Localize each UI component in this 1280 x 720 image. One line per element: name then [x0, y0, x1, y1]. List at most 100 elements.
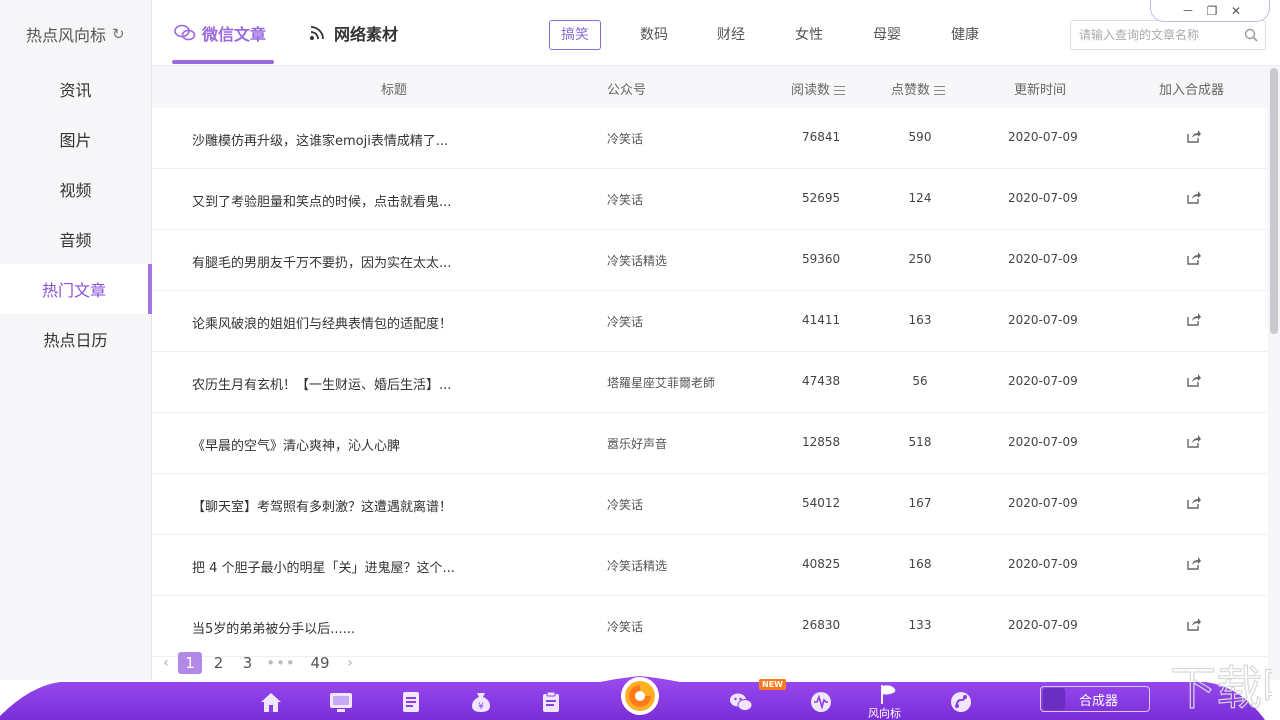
- page-2[interactable]: 2: [204, 654, 233, 672]
- header-account: 公众号: [607, 83, 647, 98]
- prev-page-button[interactable]: ‹: [156, 655, 176, 671]
- money-bag-icon[interactable]: ¥: [468, 690, 494, 714]
- category-funny[interactable]: 搞笑: [549, 20, 601, 50]
- sidebar-item-news[interactable]: 资讯: [0, 64, 151, 114]
- account-name: 塔羅星座艾菲爾老師: [607, 376, 716, 390]
- update-date: 2020-07-09: [1008, 435, 1078, 449]
- share-icon[interactable]: [1186, 189, 1202, 205]
- table-row[interactable]: 论乘风破浪的姐姐们与经典表情包的适配度！ 冷笑话 41411 163 2020-07-0…: [152, 291, 1268, 352]
- sidebar-item-hot-articles[interactable]: 热门文章: [0, 264, 152, 314]
- window-controls: － ❐ ✕: [1150, 0, 1270, 22]
- category-digital[interactable]: 数码: [628, 20, 680, 50]
- category-health[interactable]: 健康: [939, 20, 991, 50]
- restore-button[interactable]: ❐: [1204, 3, 1220, 19]
- category-finance[interactable]: 财经: [705, 20, 757, 50]
- account-name: 冷笑话: [607, 498, 644, 512]
- sort-icon[interactable]: [934, 86, 946, 95]
- article-title[interactable]: 沙雕模仿再升级，这谁家emoji表情成精了...: [192, 130, 448, 149]
- search-icon[interactable]: [1243, 27, 1259, 43]
- share-icon[interactable]: [1186, 616, 1202, 632]
- page-1[interactable]: 1: [178, 652, 202, 674]
- refresh-icon[interactable]: ↻: [112, 25, 125, 43]
- like-count: 133: [908, 618, 932, 632]
- table-row[interactable]: 把 4 个胆子最小的明星「关」进鬼屋？这个... 冷笑话精选 40825 168 202…: [152, 535, 1268, 596]
- sidebar-item-audio[interactable]: 音频: [0, 214, 151, 264]
- table-row[interactable]: 农历生月有玄机！【一生财运、婚后生活】... 塔羅星座艾菲爾老師 47438 56 20…: [152, 352, 1268, 413]
- page-last[interactable]: 49: [300, 654, 340, 672]
- trend-flag-icon[interactable]: [876, 682, 902, 706]
- sidebar-item-label: 资讯: [59, 81, 92, 100]
- share-icon[interactable]: [1186, 311, 1202, 327]
- wechat-icon[interactable]: [728, 690, 754, 714]
- read-count: 26830: [802, 618, 841, 632]
- share-icon[interactable]: [1186, 433, 1202, 449]
- article-title[interactable]: 《早晨的空气》清心爽神，沁人心脾: [192, 435, 400, 454]
- sort-icon[interactable]: [834, 86, 846, 95]
- header-updated: 更新时间: [1014, 83, 1067, 98]
- share-icon[interactable]: [1186, 555, 1202, 571]
- header-likes[interactable]: 点赞数: [891, 79, 946, 98]
- table-row[interactable]: 《早晨的空气》清心爽神，沁人心脾 嚣乐好声音 12858 518 2020-07-09: [152, 413, 1268, 474]
- share-icon[interactable]: [1186, 372, 1202, 388]
- header-reads[interactable]: 阅读数: [791, 79, 846, 98]
- header-likes-label: 点赞数: [891, 83, 931, 98]
- sidebar-item-images[interactable]: 图片: [0, 114, 151, 164]
- share-icon[interactable]: [1186, 250, 1202, 266]
- read-count: 40825: [802, 557, 841, 571]
- article-title[interactable]: 当5岁的弟弟被分手以后......: [192, 618, 355, 637]
- share-icon[interactable]: [1186, 128, 1202, 144]
- table-row[interactable]: 当5岁的弟弟被分手以后...... 冷笑话 26830 133 2020-07-09: [152, 596, 1268, 657]
- sidebar-item-video[interactable]: 视频: [0, 164, 151, 214]
- clipboard-icon[interactable]: [538, 690, 564, 714]
- account-name: 冷笑话: [607, 132, 644, 146]
- table-row[interactable]: 【聊天室】考驾照有多刺激？这遭遇就离谱！ 冷笑话 54012 167 2020-07-0…: [152, 474, 1268, 535]
- sidebar-item-label: 视频: [59, 181, 92, 200]
- article-title[interactable]: 农历生月有玄机！【一生财运、婚后生活】...: [192, 374, 451, 393]
- update-date: 2020-07-09: [1008, 496, 1078, 510]
- update-date: 2020-07-09: [1008, 374, 1078, 388]
- article-title[interactable]: 又到了考验胆量和笑点的时候，点击就看鬼...: [192, 191, 451, 210]
- app-logo-icon[interactable]: [620, 676, 660, 716]
- composer-button[interactable]: 合成器: [1040, 686, 1150, 712]
- like-count: 518: [908, 435, 932, 449]
- category-women[interactable]: 女性: [783, 20, 835, 50]
- page-3[interactable]: 3: [233, 654, 262, 672]
- account-name: 冷笑话: [607, 315, 644, 329]
- tab-label: 网络素材: [334, 25, 399, 44]
- table-row[interactable]: 有腿毛的男朋友千万不要扔，因为实在太太... 冷笑话精选 59360 250 2020-…: [152, 230, 1268, 291]
- tab-wechat-articles[interactable]: 微信文章: [174, 20, 266, 46]
- next-page-button[interactable]: ›: [340, 655, 360, 671]
- audio-wave-icon[interactable]: [808, 690, 834, 714]
- monitor-icon[interactable]: [328, 690, 354, 714]
- table-row[interactable]: 又到了考验胆量和笑点的时候，点击就看鬼... 冷笑话 52695 124 2020-07…: [152, 169, 1268, 230]
- active-tab-indicator: [172, 60, 274, 64]
- account-name: 冷笑话精选: [607, 559, 668, 573]
- vertical-scrollbar[interactable]: [1268, 66, 1280, 680]
- mini-program-icon[interactable]: [948, 690, 974, 714]
- share-icon[interactable]: [1186, 494, 1202, 510]
- dock-trend-label: 风向标: [868, 707, 901, 720]
- article-title[interactable]: 【聊天室】考驾照有多刺激？这遭遇就离谱！: [192, 496, 452, 515]
- tab-web-materials[interactable]: 网络素材: [308, 20, 398, 46]
- sidebar-item-hot-calendar[interactable]: 热点日历: [0, 314, 151, 364]
- close-button[interactable]: ✕: [1228, 3, 1244, 19]
- home-icon[interactable]: [258, 690, 284, 714]
- scrollbar-thumb[interactable]: [1270, 68, 1278, 334]
- article-title[interactable]: 有腿毛的男朋友千万不要扔，因为实在太太...: [192, 252, 451, 271]
- update-date: 2020-07-09: [1008, 191, 1078, 205]
- article-title[interactable]: 论乘风破浪的姐姐们与经典表情包的适配度！: [192, 313, 452, 332]
- like-count: 168: [908, 557, 932, 571]
- category-parenting[interactable]: 母婴: [861, 20, 913, 50]
- table-row[interactable]: 沙雕模仿再升级，这谁家emoji表情成精了... 冷笑话 76841 590 2020-…: [152, 108, 1268, 169]
- search-box: [1070, 20, 1266, 50]
- update-date: 2020-07-09: [1008, 557, 1078, 571]
- read-count: 52695: [802, 191, 841, 205]
- search-input[interactable]: [1071, 21, 1241, 49]
- svg-text:下载吧: 下载吧: [1170, 661, 1272, 715]
- like-count: 56: [912, 374, 928, 388]
- article-title[interactable]: 把 4 个胆子最小的明星「关」进鬼屋？这个...: [192, 557, 455, 576]
- minimize-button[interactable]: －: [1180, 3, 1196, 19]
- document-icon[interactable]: [398, 690, 424, 714]
- page-ellipsis[interactable]: •••: [262, 654, 300, 672]
- composer-checkbox[interactable]: [1043, 688, 1065, 710]
